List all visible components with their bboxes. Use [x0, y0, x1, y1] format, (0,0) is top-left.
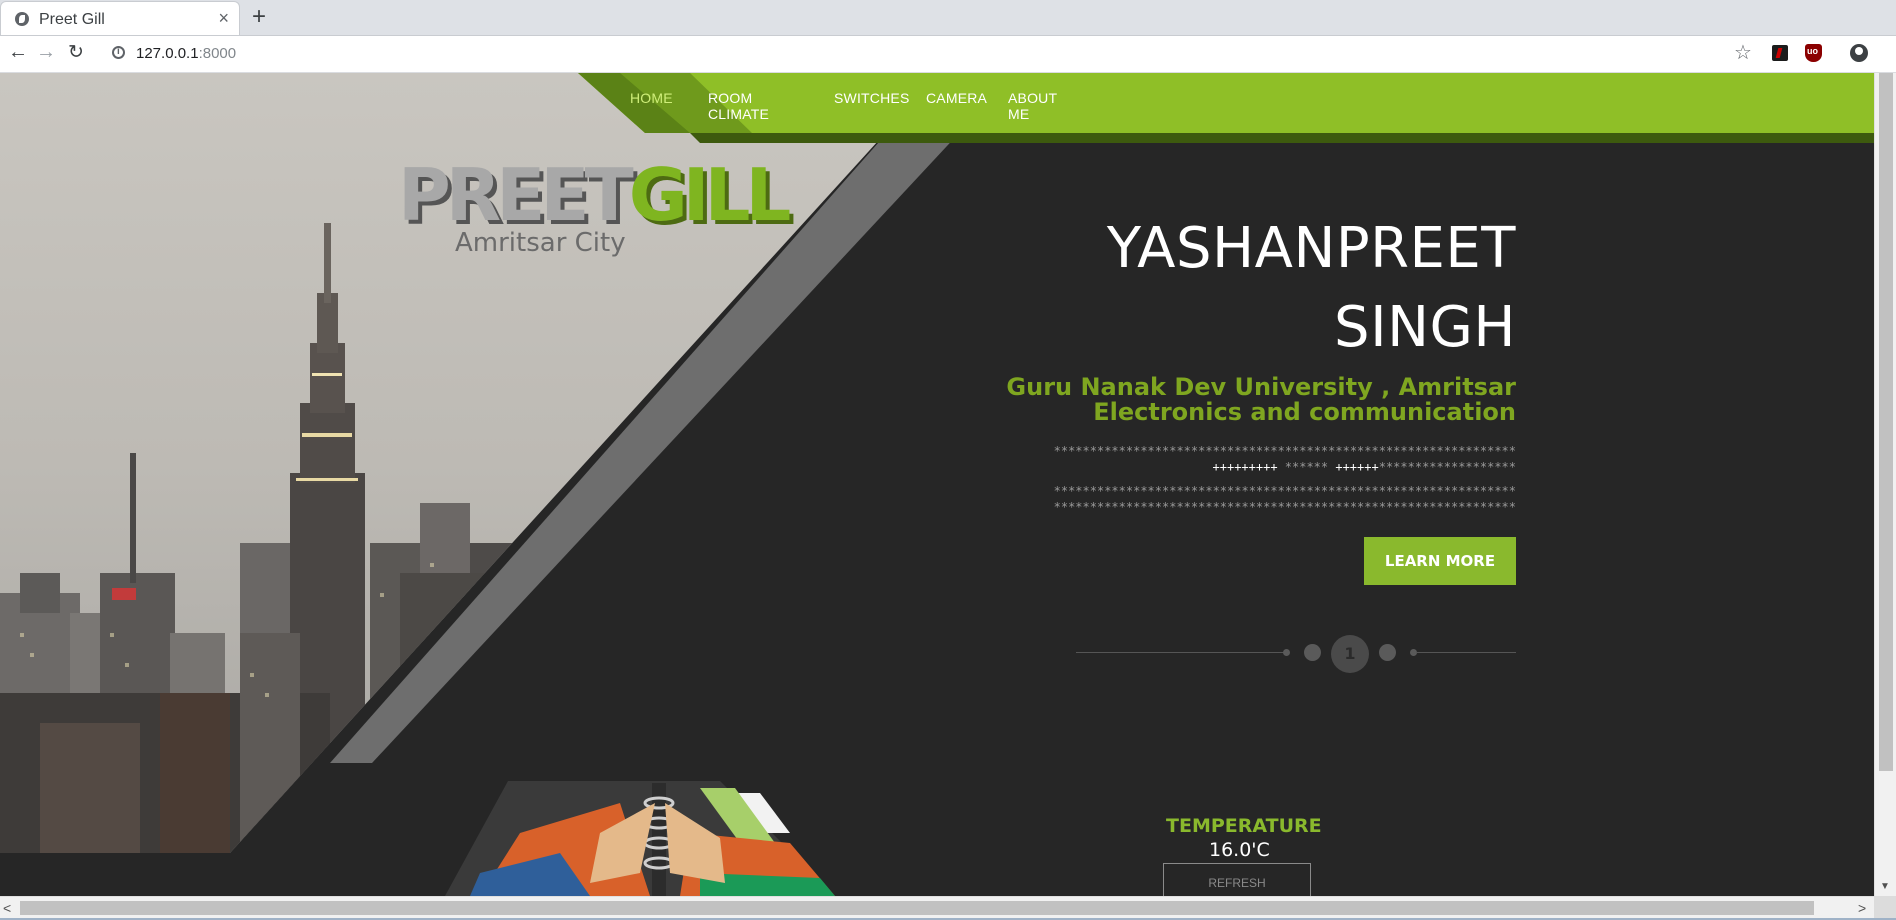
learn-more-button[interactable]: LEARN MORE — [1364, 537, 1516, 585]
temperature-value: 16.0'C — [1209, 839, 1270, 861]
refresh-button[interactable]: REFRESH — [1163, 863, 1311, 896]
bookmark-star-icon[interactable]: ☆ — [1734, 40, 1752, 65]
description-line-2: +++++++++ ****** ++++++*****************… — [956, 459, 1516, 475]
pager-current[interactable]: 1 — [1331, 635, 1369, 673]
pager-dot-prev[interactable] — [1304, 644, 1321, 661]
hero-description: ****************************************… — [956, 443, 1516, 515]
site-info-icon[interactable] — [112, 46, 125, 59]
pager-dot-next[interactable] — [1379, 644, 1396, 661]
pager-line-left — [1076, 652, 1286, 653]
nav-home[interactable]: HOME — [630, 90, 673, 106]
vertical-scroll-thumb[interactable] — [1879, 73, 1893, 771]
hero-name-line-2: SINGH — [1334, 295, 1516, 360]
url-text: 127.0.0.1:8000 — [136, 45, 236, 62]
browser-tab[interactable]: Preet Gill × — [0, 1, 240, 35]
extension-icon[interactable] — [1772, 45, 1788, 61]
scroll-left-arrow-icon[interactable]: < — [3, 900, 11, 916]
description-line-3: ****************************************… — [1053, 484, 1516, 498]
slide-pager: 1 — [1076, 633, 1516, 673]
hero-background — [0, 73, 1015, 896]
back-arrow-icon[interactable]: ← — [8, 41, 28, 64]
description-plus-2: ++++++ — [1335, 460, 1379, 474]
description-line-4: ****************************************… — [1053, 500, 1516, 514]
url-port: :8000 — [198, 45, 237, 62]
profile-avatar-icon[interactable] — [1850, 44, 1868, 62]
address-bar[interactable]: 127.0.0.1:8000 — [104, 40, 1744, 68]
description-stars-1: ****** — [1277, 460, 1336, 474]
forward-arrow-icon[interactable]: → — [36, 41, 56, 64]
hero-text: YASHANPREET SINGH Guru Nanak Dev Univers… — [956, 209, 1516, 515]
new-tab-button[interactable]: + — [252, 3, 266, 31]
nav-switches[interactable]: SWITCHES — [834, 90, 910, 106]
globe-icon — [15, 12, 29, 26]
scroll-right-arrow-icon[interactable]: > — [1858, 900, 1866, 916]
hero-university: Guru Nanak Dev University , Amritsar — [1006, 373, 1516, 401]
browser-toolbar: ← → ↻ 127.0.0.1:8000 ☆ — [0, 36, 1896, 73]
pager-line-right — [1416, 652, 1516, 653]
nav-camera[interactable]: CAMERA — [926, 90, 987, 106]
page-viewport: HOME ROOM CLIMATE SWITCHES CAMERA ABOUT … — [0, 73, 1874, 896]
scrollbar-corner — [1874, 896, 1896, 918]
logo-part-gill: GILL — [628, 153, 792, 237]
ublock-extension-icon[interactable] — [1805, 44, 1822, 62]
browser-tab-strip: Preet Gill × + — [0, 0, 1896, 36]
pager-small-dot-left[interactable] — [1283, 649, 1290, 656]
horizontal-scroll-thumb[interactable] — [20, 901, 1814, 915]
nav-bar — [578, 73, 1874, 143]
nav-about-me[interactable]: ABOUT ME — [1008, 90, 1057, 122]
hero-name-line-1: YASHANPREET — [1106, 216, 1516, 281]
clothes-image — [445, 781, 835, 896]
site-logo[interactable]: PREETGILL — [398, 159, 791, 231]
url-host: 127.0.0.1 — [136, 45, 199, 62]
vertical-scrollbar[interactable]: ▼ — [1874, 73, 1896, 896]
description-plus-1: +++++++++ — [1212, 460, 1278, 474]
hero-department: Electronics and communication — [1093, 398, 1516, 426]
description-stars-2: ******************* — [1378, 460, 1516, 474]
logo-subtitle: Amritsar City — [455, 228, 626, 258]
close-tab-icon[interactable]: × — [218, 8, 229, 29]
temperature-title: TEMPERATURE — [1166, 815, 1322, 837]
logo-part-preet: PREET — [398, 153, 634, 237]
reload-icon[interactable]: ↻ — [68, 41, 84, 64]
tab-title: Preet Gill — [39, 11, 105, 28]
description-line-1: ****************************************… — [1053, 444, 1516, 458]
scroll-down-arrow-icon[interactable]: ▼ — [1880, 881, 1890, 892]
nav-room-climate[interactable]: ROOM CLIMATE — [708, 90, 769, 122]
horizontal-scrollbar[interactable]: < > — [0, 896, 1874, 919]
